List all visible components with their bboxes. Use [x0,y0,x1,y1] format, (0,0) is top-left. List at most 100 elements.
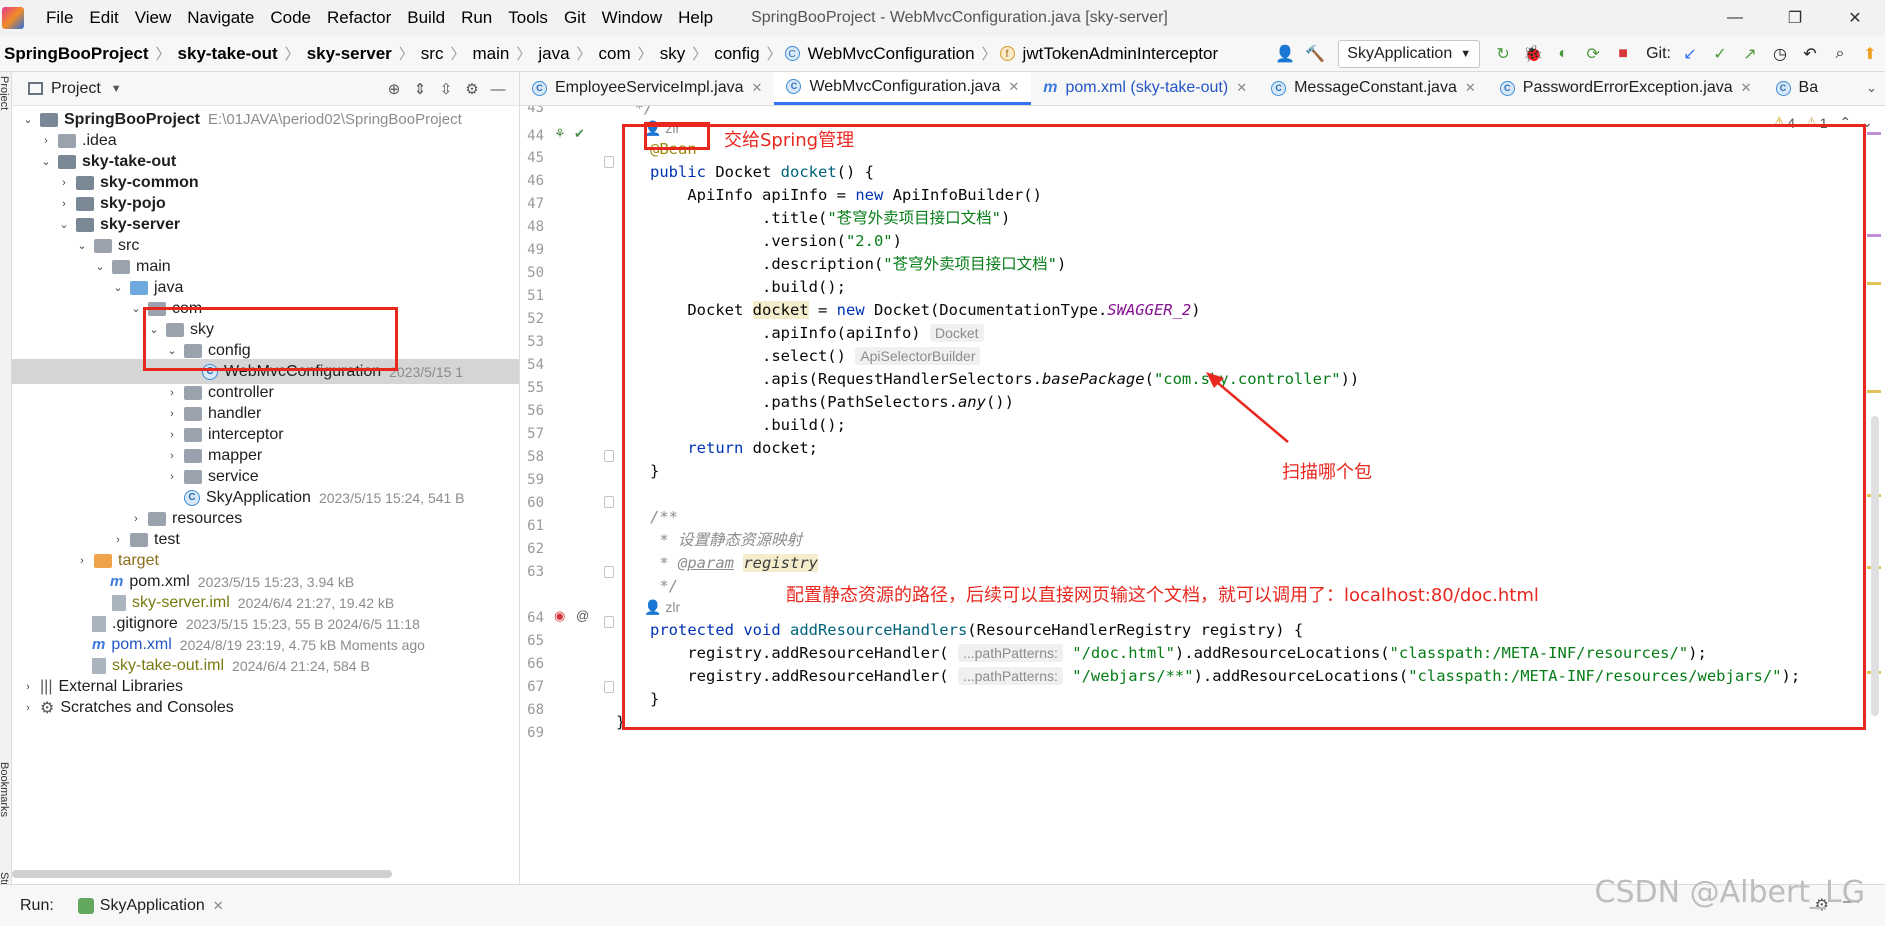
close-window-button[interactable]: ✕ [1825,0,1885,36]
chevron-right-icon[interactable]: › [20,702,36,714]
chevron-down-icon[interactable]: ⌄ [110,281,126,294]
fold-marker-icon[interactable] [604,496,614,508]
close-icon[interactable]: ✕ [1465,80,1476,96]
locate-icon[interactable]: ⊕ [381,80,407,98]
menu-git[interactable]: Git [556,8,594,28]
tab-employee-service-impl[interactable]: C EmployeeServiceImpl.java ✕ [520,72,774,105]
tab-web-mvc-configuration[interactable]: C WebMvcConfiguration.java ✕ [774,72,1032,105]
chevron-down-icon[interactable]: ⌄ [92,260,108,273]
menu-navigate[interactable]: Navigate [179,8,262,28]
chevron-down-icon[interactable]: ⌄ [128,302,144,315]
menu-view[interactable]: View [127,8,180,28]
build-hammer-icon[interactable]: 🔨 [1302,41,1328,67]
bookmarks-tool-label[interactable]: Bookmarks [0,762,10,817]
chevron-down-icon[interactable]: ⌄ [74,239,90,252]
chevron-down-icon[interactable]: ⌄ [56,218,72,231]
tree-item[interactable]: › ⚙ Scratches and Consoles [12,695,519,720]
stop-icon[interactable]: ■ [1610,41,1636,67]
chevron-right-icon[interactable]: › [164,471,180,483]
close-icon[interactable]: ✕ [1008,79,1019,95]
menu-tools[interactable]: Tools [500,8,556,28]
hide-panel-icon[interactable]: — [485,81,511,98]
rollback-icon[interactable]: ↶ [1797,41,1823,67]
code-editor[interactable]: 43 44 ⚘ ✔ 45 46 47 48 49 50 51 52 53 54 … [520,106,1885,884]
fold-marker-icon[interactable] [604,616,614,628]
breadcrumb-module-server[interactable]: sky-server [303,44,396,64]
annotation-gutter-icon[interactable]: @ [576,608,589,623]
chevron-right-icon[interactable]: › [56,177,72,189]
horizontal-scrollbar[interactable] [12,870,392,878]
breadcrumb-config[interactable]: config [710,44,763,64]
update-icon[interactable]: ⬆ [1857,41,1883,67]
gear-icon[interactable]: ⚙ [459,80,485,98]
coverage-icon[interactable]: ◐ [1550,41,1576,67]
tab-truncated[interactable]: C Ba [1764,72,1831,105]
breadcrumb-com[interactable]: com [595,44,635,64]
menu-help[interactable]: Help [670,8,721,28]
run-tab-sky-application[interactable]: SkyApplication ✕ [77,897,224,915]
fold-marker-icon[interactable] [604,681,614,693]
fold-marker-icon[interactable] [604,566,614,578]
project-panel-title[interactable]: Project [51,80,101,98]
tab-message-constant[interactable]: C MessageConstant.java ✕ [1259,72,1488,105]
git-commit-icon[interactable]: ✓ [1707,41,1733,67]
chevron-right-icon[interactable]: › [74,555,90,567]
run-gutter-icon[interactable]: ✔ [574,126,585,142]
profile-icon[interactable]: ⟳ [1580,41,1606,67]
menu-edit[interactable]: Edit [81,8,126,28]
tab-pom-xml[interactable]: m pom.xml (sky-take-out) ✕ [1031,72,1259,105]
menu-file[interactable]: File [38,8,81,28]
scroll-thumb[interactable] [1871,416,1879,716]
minimize-button[interactable]: — [1705,0,1765,36]
close-icon[interactable]: ✕ [752,80,763,96]
fold-marker-icon[interactable] [604,156,614,168]
debug-icon[interactable]: 🐞 [1520,41,1546,67]
close-icon[interactable]: ✕ [1741,80,1752,96]
collapse-all-icon[interactable]: ⇳ [433,80,459,98]
breadcrumb-src[interactable]: src [417,44,448,64]
chevron-right-icon[interactable]: › [164,387,180,399]
rerun-icon[interactable]: ↻ [1490,41,1516,67]
breadcrumb-sky[interactable]: sky [656,44,690,64]
chevron-down-icon[interactable]: ⌄ [20,113,36,126]
menu-run[interactable]: Run [453,8,500,28]
menu-refactor[interactable]: Refactor [319,8,399,28]
maximize-button[interactable]: ❐ [1765,0,1825,36]
breadcrumb-class[interactable]: WebMvcConfiguration [804,44,979,64]
menu-window[interactable]: Window [594,8,670,28]
tab-password-error-exception[interactable]: C PasswordErrorException.java ✕ [1488,72,1764,105]
menu-code[interactable]: Code [262,8,319,28]
chevron-right-icon[interactable]: › [110,534,126,546]
close-icon[interactable]: ✕ [213,898,224,914]
user-icon[interactable]: 👤 [1272,41,1298,67]
fold-marker-icon[interactable] [604,450,614,462]
breadcrumb-module-root[interactable]: sky-take-out [174,44,282,64]
chevron-right-icon[interactable]: › [20,681,36,693]
chevron-down-icon[interactable]: ▼ [111,83,122,95]
chevron-right-icon[interactable]: › [56,198,72,210]
tab-list-chevron-icon[interactable]: ⌄ [1866,80,1877,96]
chevron-right-icon[interactable]: › [128,513,144,525]
project-tool-label[interactable]: Project [0,76,10,110]
menu-build[interactable]: Build [399,8,453,28]
bean-gutter-icon[interactable]: ⚘ [554,126,566,142]
error-stripe[interactable] [1863,106,1885,884]
line-number: 55 [527,380,544,396]
breadcrumb-project[interactable]: SpringBooProject [0,44,153,64]
git-push-icon[interactable]: ↗ [1737,41,1763,67]
expand-all-icon[interactable]: ⇕ [407,80,433,98]
breadcrumb-main[interactable]: main [468,44,513,64]
history-icon[interactable]: ◷ [1767,41,1793,67]
chevron-down-icon[interactable]: ⌄ [38,155,54,168]
override-gutter-icon[interactable]: ◉ [554,608,565,624]
breadcrumb-java[interactable]: java [534,44,573,64]
breadcrumb-field[interactable]: jwtTokenAdminInterceptor [1019,44,1223,64]
chevron-right-icon[interactable]: › [164,429,180,441]
search-icon[interactable]: ⌕ [1827,41,1853,67]
chevron-right-icon[interactable]: › [164,450,180,462]
git-update-icon[interactable]: ↙ [1677,41,1703,67]
chevron-right-icon[interactable]: › [38,135,54,147]
chevron-right-icon[interactable]: › [164,408,180,420]
run-configuration-select[interactable]: SkyApplication ▼ [1338,40,1481,68]
close-icon[interactable]: ✕ [1236,80,1247,96]
